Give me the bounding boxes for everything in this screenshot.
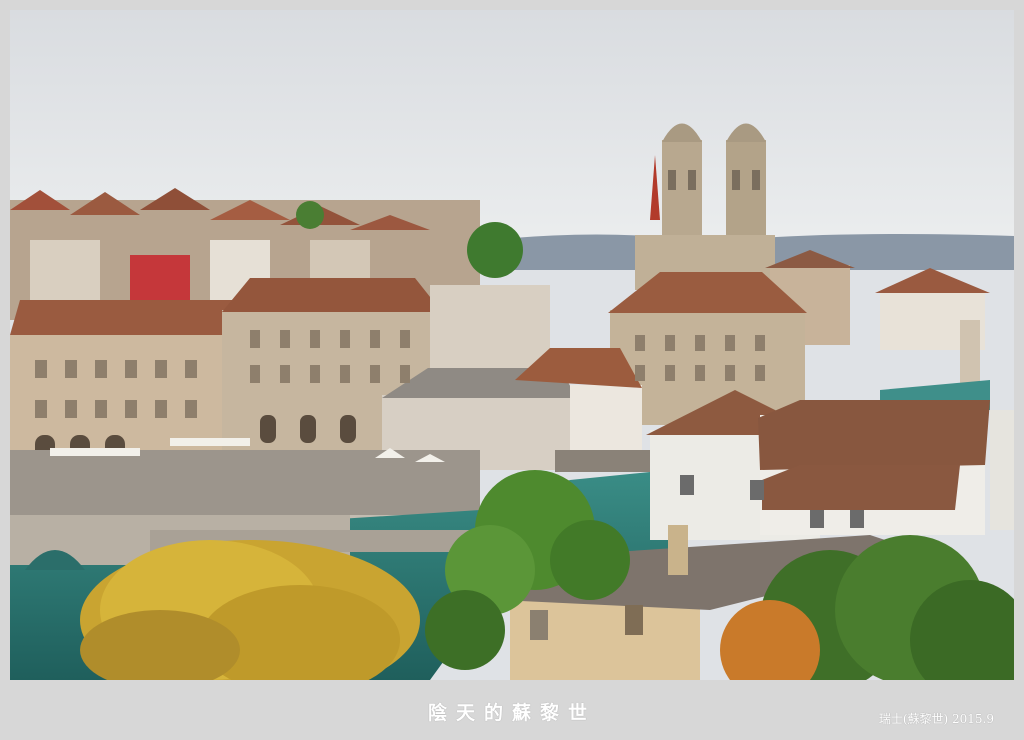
caption-bar: 陰天的蘇黎世 瑞士(蘇黎世) 2015.9: [0, 680, 1024, 740]
white-house: [646, 390, 1014, 540]
city-panorama-photo: [10, 10, 1014, 680]
photo-frame: [10, 10, 1014, 680]
photo-title: 陰天的蘇黎世: [427, 702, 596, 724]
photo-credit: 瑞士(蘇黎世) 2015.9: [878, 712, 994, 726]
promenade: [10, 450, 480, 520]
